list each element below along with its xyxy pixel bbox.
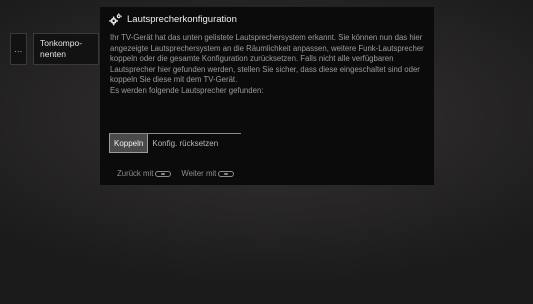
dialog-title: Lautsprecherkonfiguration [127,14,237,25]
next-key-icon [218,170,235,177]
dialog-header: Lautsprecherkonfiguration [109,13,237,26]
next-hint: Weiter mit [181,169,235,178]
speaker-configuration-dialog: Lautsprecherkonfiguration Ihr TV-Gerät h… [100,7,434,185]
next-hint-label: Weiter mit [181,169,217,178]
breadcrumb-tonkomponenten[interactable]: Tonkompo- nenten [33,33,99,65]
dialog-paragraph-found: Es werden folgende Lautsprecher gefunden… [110,85,264,95]
back-hint-label: Zurück mit [117,169,154,178]
back-hint: Zurück mit [117,169,172,178]
breadcrumb-more-label: ... [14,44,23,54]
gear-icon [109,13,122,26]
back-key-icon [155,170,172,177]
reset-config-button[interactable]: Konfig. rücksetzen [148,134,222,153]
dialog-footer-hints: Zurück mit Weiter mit [117,169,235,178]
dialog-description: Ihr TV-Gerät hat das unten gelistete Lau… [110,33,428,97]
dialog-button-row: Koppeln Konfig. rücksetzen [109,133,241,153]
dialog-paragraph-info: Ihr TV-Gerät hat das unten gelistete Lau… [110,33,424,85]
breadcrumb-more[interactable]: ... [10,33,27,65]
pair-button[interactable]: Koppeln [109,134,149,153]
